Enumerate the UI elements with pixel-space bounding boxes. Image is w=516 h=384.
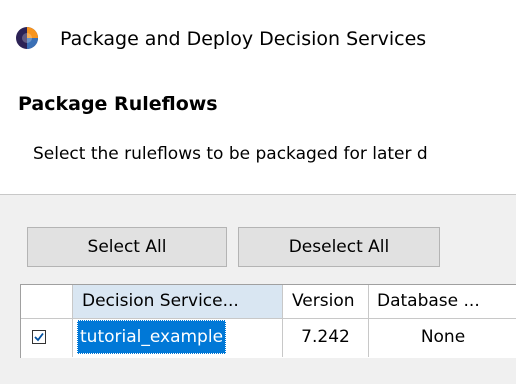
ruleflows-table[interactable]: Decision Service... Version Database ...…: [20, 284, 516, 358]
column-header-version[interactable]: Version: [283, 285, 369, 319]
deselect-all-button[interactable]: Deselect All: [238, 227, 440, 267]
row-name-cell[interactable]: tutorial_example: [73, 319, 283, 357]
page-description: Select the ruleflows to be packaged for …: [33, 144, 428, 164]
eclipse-icon: [16, 27, 38, 49]
checkmark-icon: [34, 332, 44, 342]
row-checkbox-cell[interactable]: [21, 319, 73, 357]
title-bar: Package and Deploy Decision Services: [0, 0, 516, 76]
row-checkbox[interactable]: [32, 330, 46, 344]
select-all-button[interactable]: Select All: [27, 227, 227, 267]
row-database-cell[interactable]: None: [369, 319, 516, 357]
column-header-check[interactable]: [21, 285, 73, 319]
column-header-decision-service[interactable]: Decision Service...: [73, 285, 283, 319]
decision-service-name: tutorial_example: [77, 320, 227, 354]
page-title: Package Ruleflows: [18, 93, 218, 115]
window-title: Package and Deploy Decision Services: [60, 28, 427, 50]
row-version-cell[interactable]: 7.242: [283, 319, 369, 357]
column-header-database[interactable]: Database ...: [369, 285, 516, 319]
